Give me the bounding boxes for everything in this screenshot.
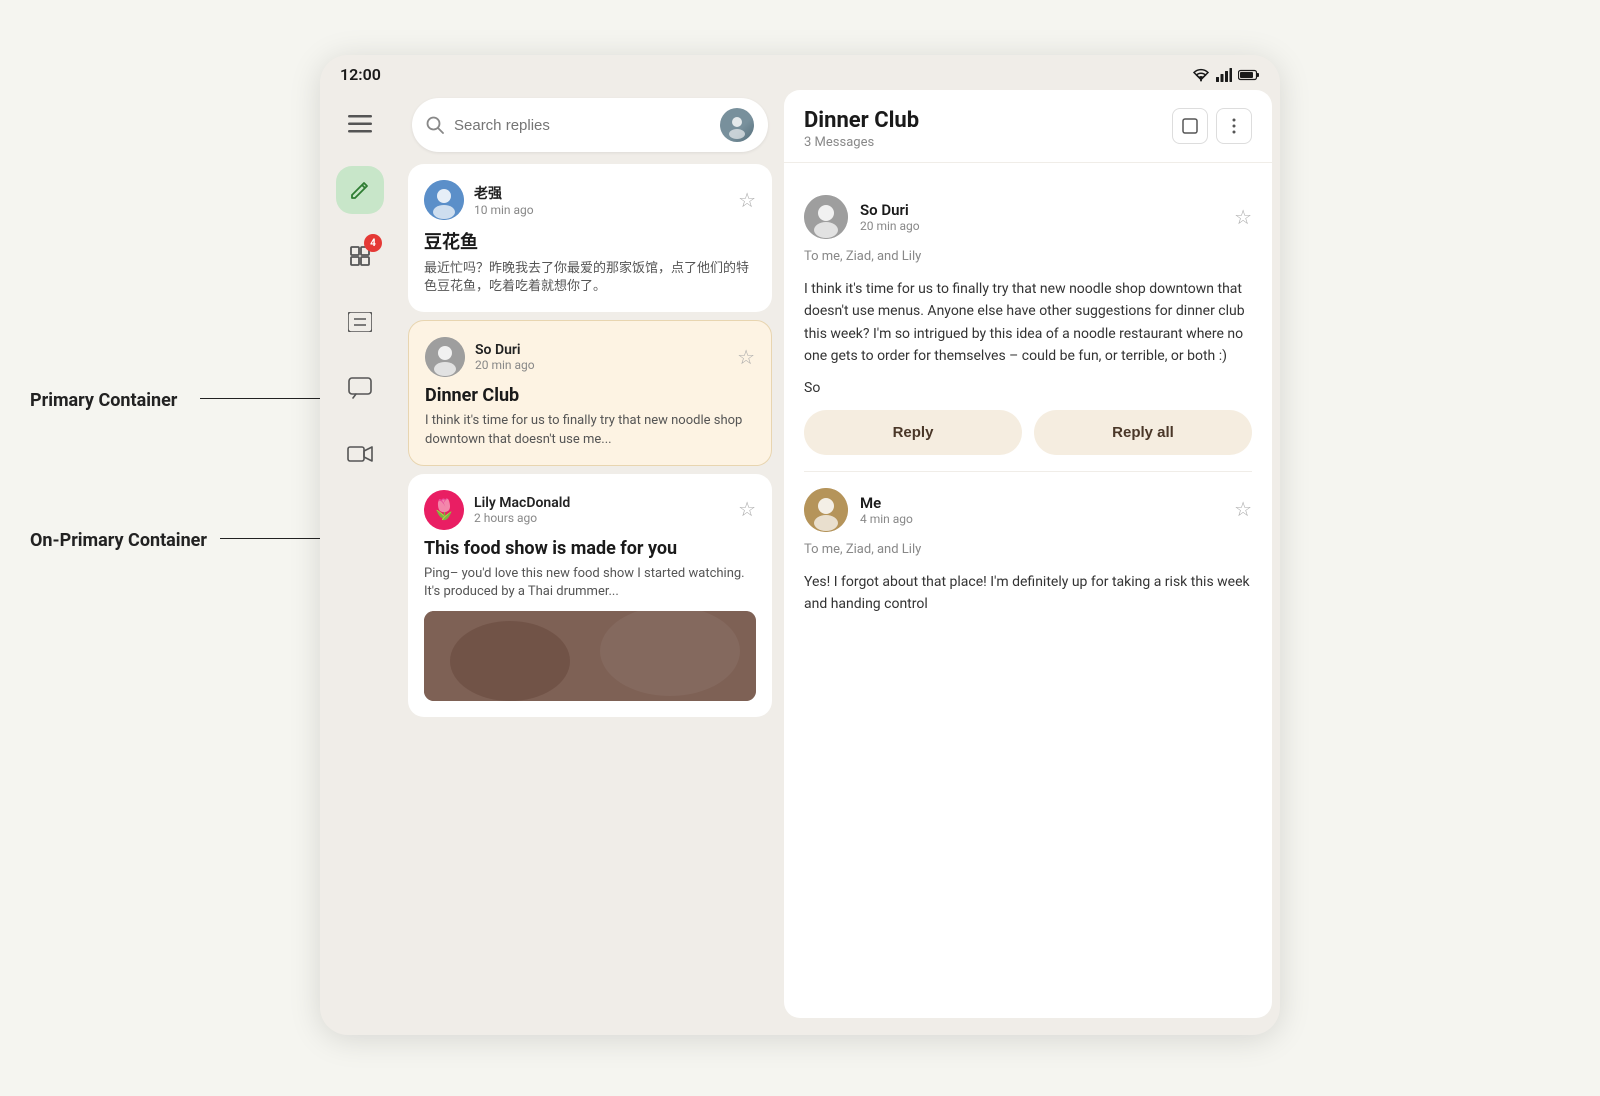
- msg-header-1: So Duri 20 min ago ☆: [804, 195, 1252, 239]
- sidebar-icon-chat[interactable]: [336, 364, 384, 412]
- card-header-3: 🌷 Lily MacDonald 2 hours ago ☆: [424, 490, 756, 530]
- email-image-lily: [424, 611, 756, 701]
- sidebar-icon-video[interactable]: [336, 430, 384, 478]
- message-block-me: Me 4 min ago ☆ To me, Ziad, and Lily Yes…: [804, 472, 1252, 628]
- menu-icon: [348, 115, 372, 133]
- email-preview-3: Ping– you'd love this new food show I st…: [424, 565, 756, 601]
- sidebar: 4: [320, 90, 400, 1026]
- sender-time-3: 2 hours ago: [474, 511, 570, 525]
- detail-header: Dinner Club 3 Messages: [784, 90, 1272, 163]
- email-subject-3: This food show is made for you: [424, 538, 756, 559]
- sender-time-1: 10 min ago: [474, 203, 534, 217]
- search-input[interactable]: [454, 117, 710, 134]
- annotation-primary: Primary Container: [30, 390, 177, 411]
- message-block-soduri: So Duri 20 min ago ☆ To me, Ziad, and Li…: [804, 179, 1252, 472]
- svg-text:🌷: 🌷: [432, 497, 457, 521]
- sidebar-icon-menu[interactable]: [336, 100, 384, 148]
- msg-sender-row-1: So Duri 20 min ago: [804, 195, 920, 239]
- status-icons: [1192, 68, 1260, 82]
- msg-sender-name-2: Me: [860, 494, 913, 512]
- reply-buttons: Reply Reply all: [804, 410, 1252, 455]
- msg-recipients-2: To me, Ziad, and Lily: [804, 542, 1252, 557]
- sidebar-icon-notifications[interactable]: 4: [336, 232, 384, 280]
- sender-name-1: 老强: [474, 183, 534, 203]
- msg-avatar-me: [804, 488, 848, 532]
- star-button-1[interactable]: ☆: [738, 188, 756, 213]
- search-icon: [426, 116, 444, 134]
- msg-header-2: Me 4 min ago ☆: [804, 488, 1252, 532]
- reply-button[interactable]: Reply: [804, 410, 1022, 455]
- email-detail-panel: Dinner Club 3 Messages: [784, 90, 1272, 1018]
- msg-star-button-2[interactable]: ☆: [1234, 497, 1252, 522]
- avatar-soduri-list: [425, 337, 465, 377]
- msg-time-2: 4 min ago: [860, 512, 913, 526]
- star-button-2[interactable]: ☆: [737, 345, 755, 370]
- msg-sender-row-2: Me 4 min ago: [804, 488, 913, 532]
- email-preview-1: 最近忙吗？昨晚我去了你最爱的那家饭馆，点了他们的特色豆花鱼，吃着吃着就想你了。: [424, 260, 756, 296]
- battery-icon: [1238, 69, 1260, 81]
- sender-time-2: 20 min ago: [475, 358, 535, 372]
- email-subject-1: 豆花鱼: [424, 228, 756, 254]
- wifi-icon: [1192, 68, 1210, 82]
- sidebar-icon-list[interactable]: [336, 298, 384, 346]
- msg-sender-name-1: So Duri: [860, 201, 920, 219]
- msg-body-2: Yes! I forgot about that place! I'm defi…: [804, 571, 1252, 616]
- video-icon: [347, 445, 373, 463]
- detail-message-count: 3 Messages: [804, 135, 919, 150]
- sender-row-3: 🌷 Lily MacDonald 2 hours ago: [424, 490, 570, 530]
- expand-button[interactable]: [1172, 108, 1208, 144]
- sidebar-icon-compose[interactable]: [336, 166, 384, 214]
- detail-messages: So Duri 20 min ago ☆ To me, Ziad, and Li…: [784, 163, 1272, 1018]
- phone-frame: 12:00: [320, 55, 1280, 1035]
- expand-icon: [1182, 118, 1198, 134]
- msg-time-1: 20 min ago: [860, 219, 920, 233]
- email-card-laozhi[interactable]: 老强 10 min ago ☆ 豆花鱼 最近忙吗？昨晚我去了你最爱的那家饭馆，点…: [408, 164, 772, 312]
- sender-info-1: 老强 10 min ago: [474, 183, 534, 217]
- signal-icon: [1216, 68, 1232, 82]
- msg-recipients-1: To me, Ziad, and Lily: [804, 249, 1252, 264]
- avatar-laozhi: [424, 180, 464, 220]
- content-area: 4: [320, 90, 1280, 1026]
- sender-info-2: So Duri 20 min ago: [475, 342, 535, 372]
- sender-name-3: Lily MacDonald: [474, 495, 570, 511]
- annotation-on-primary: On-Primary Container: [30, 530, 207, 551]
- sender-row-2: So Duri 20 min ago: [425, 337, 535, 377]
- msg-sender-info-1: So Duri 20 min ago: [860, 201, 920, 233]
- search-bar[interactable]: [412, 98, 768, 152]
- user-avatar[interactable]: [720, 108, 754, 142]
- msg-sign-1: So: [804, 380, 1252, 396]
- email-subject-2: Dinner Club: [425, 385, 755, 406]
- more-options-button[interactable]: [1216, 108, 1252, 144]
- msg-avatar-soduri: [804, 195, 848, 239]
- avatar-lily: 🌷: [424, 490, 464, 530]
- page-wrapper: Primary Container On-Primary Container 1…: [0, 0, 1600, 1096]
- detail-title-block: Dinner Club 3 Messages: [804, 108, 919, 150]
- detail-title: Dinner Club: [804, 108, 919, 133]
- reply-all-button[interactable]: Reply all: [1034, 410, 1252, 455]
- email-preview-2: I think it's time for us to finally try …: [425, 412, 755, 448]
- star-button-3[interactable]: ☆: [738, 497, 756, 522]
- detail-actions: [1172, 108, 1252, 144]
- status-bar: 12:00: [320, 55, 1280, 90]
- notification-badge: 4: [364, 234, 382, 252]
- sender-name-2: So Duri: [475, 342, 535, 358]
- card-header-1: 老强 10 min ago ☆: [424, 180, 756, 220]
- msg-star-button-1[interactable]: ☆: [1234, 205, 1252, 230]
- email-list-panel: 老强 10 min ago ☆ 豆花鱼 最近忙吗？昨晚我去了你最爱的那家饭馆，点…: [400, 90, 780, 1026]
- msg-sender-info-2: Me 4 min ago: [860, 494, 913, 526]
- sender-info-3: Lily MacDonald 2 hours ago: [474, 495, 570, 525]
- list-icon: [348, 312, 372, 332]
- email-cards-list: 老强 10 min ago ☆ 豆花鱼 最近忙吗？昨晚我去了你最爱的那家饭馆，点…: [400, 164, 780, 1026]
- status-time: 12:00: [340, 65, 381, 84]
- more-icon: [1232, 118, 1236, 134]
- card-header-2: So Duri 20 min ago ☆: [425, 337, 755, 377]
- sender-row-1: 老强 10 min ago: [424, 180, 534, 220]
- compose-icon: [349, 179, 371, 201]
- chat-icon: [348, 377, 372, 399]
- msg-body-1: I think it's time for us to finally try …: [804, 278, 1252, 368]
- email-card-lily[interactable]: 🌷 Lily MacDonald 2 hours ago ☆ This foo: [408, 474, 772, 717]
- email-card-soduri[interactable]: So Duri 20 min ago ☆ Dinner Club I think…: [408, 320, 772, 465]
